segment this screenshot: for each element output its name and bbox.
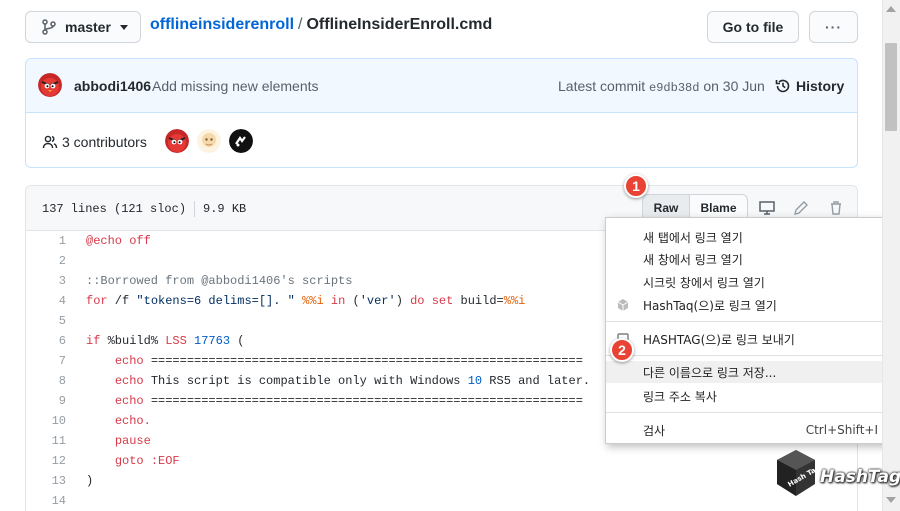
cube-icon <box>617 299 629 311</box>
branch-name: master <box>65 19 111 35</box>
line-number[interactable]: 7 <box>25 351 66 371</box>
menu-item-open-incognito[interactable]: 시크릿 창에서 링크 열기 <box>606 271 896 293</box>
menu-item-label: HASHTAG(으)로 링크 보내기 <box>643 332 795 347</box>
commit-author-link[interactable]: abbodi1406 <box>74 78 151 94</box>
contributor-avatar[interactable] <box>165 129 189 153</box>
code-line: 13) <box>25 471 858 491</box>
commit-box <box>25 58 858 168</box>
line-number[interactable]: 10 <box>25 411 66 431</box>
latest-commit-label: Latest commit <box>558 78 646 94</box>
step-badge-2: 2 <box>610 338 634 362</box>
line-code: ::Borrowed from @abbodi1406's scripts <box>86 274 353 288</box>
breadcrumb: offlineinsiderenroll / OfflineInsiderEnrol… <box>150 16 492 34</box>
file-size: 9.9 KB <box>203 202 247 217</box>
menu-item-shortcut: Ctrl+Shift+I <box>805 423 878 437</box>
line-number[interactable]: 8 <box>25 371 66 391</box>
commit-sha-link[interactable]: e9db38d <box>649 81 699 95</box>
menu-item-label: 검사 <box>643 423 666 438</box>
line-code: echo This script is compatible only with… <box>114 374 591 388</box>
line-number[interactable]: 3 <box>25 271 66 291</box>
history-label: History <box>796 78 845 94</box>
watermark-text: HashTag <box>820 467 900 487</box>
line-number[interactable]: 14 <box>25 491 66 511</box>
code-line: 14 <box>25 491 858 511</box>
menu-item-open-new-window[interactable]: 새 창에서 링크 열기 <box>606 248 896 270</box>
menu-item-save-link-as[interactable]: 다른 이름으로 링크 저장... <box>606 361 896 383</box>
line-code: echo ===================================… <box>114 354 583 368</box>
pencil-icon[interactable] <box>792 199 810 217</box>
go-to-file-button[interactable]: Go to file <box>707 11 799 43</box>
scroll-down-arrow-icon[interactable] <box>886 497 896 503</box>
watermark-cube-logo: Hash Tag <box>777 450 818 496</box>
people-icon <box>42 135 58 149</box>
line-code: ) <box>86 474 94 488</box>
trash-icon[interactable] <box>827 199 845 217</box>
menu-separator <box>606 412 896 413</box>
menu-item-label: 다른 이름으로 링크 저장... <box>643 365 777 380</box>
line-number[interactable]: 6 <box>25 331 66 351</box>
menu-item-inspect[interactable]: 검사 Ctrl+Shift+I <box>606 419 896 441</box>
line-code: echo. <box>114 414 151 428</box>
menu-item-open-in-hashtaq[interactable]: HashTaq(으)로 링크 열기 <box>606 294 896 316</box>
line-number[interactable]: 5 <box>25 311 66 331</box>
breadcrumb-file-name: OfflineInsiderEnroll.cmd <box>306 16 493 33</box>
menu-separator <box>606 355 896 356</box>
contributors-label: 3 contributors <box>62 134 147 150</box>
chevron-down-icon <box>119 24 128 30</box>
breadcrumb-separator: / <box>298 16 303 33</box>
git-branch-icon <box>42 19 56 35</box>
line-number[interactable]: 12 <box>25 451 66 471</box>
line-number[interactable]: 1 <box>25 231 66 251</box>
latest-commit-info: Latest commit e9db38d on 30 Jun <box>558 78 765 95</box>
line-code: goto :EOF <box>114 454 180 468</box>
file-info: 137 lines (121 sloc) 9.9 KB <box>42 201 246 217</box>
menu-item-label: 새 창에서 링크 열기 <box>643 252 743 267</box>
line-number[interactable]: 11 <box>25 431 66 451</box>
contributor-avatar[interactable] <box>197 129 221 153</box>
line-code: for /f "tokens=6 delims=[]. " %%i in ('v… <box>86 294 526 308</box>
menu-item-open-new-tab[interactable]: 새 탭에서 링크 열기 <box>606 226 896 248</box>
contributors-link[interactable]: 3 contributors <box>42 134 147 150</box>
menu-item-label: 링크 주소 복사 <box>643 389 717 404</box>
line-code: @echo off <box>86 234 151 248</box>
breadcrumb-repo-link[interactable]: offlineinsiderenroll <box>150 16 294 33</box>
code-line: 12 goto :EOF <box>25 451 858 471</box>
menu-separator <box>606 321 896 322</box>
commit-author-avatar[interactable] <box>38 73 62 97</box>
menu-item-label: 새 탭에서 링크 열기 <box>643 230 743 245</box>
branch-select-button[interactable]: master <box>25 11 141 43</box>
line-code: pause <box>114 434 151 448</box>
scrollbar-thumb[interactable] <box>885 43 897 131</box>
line-number[interactable]: 2 <box>25 251 66 271</box>
more-options-button[interactable]: ··· <box>809 11 858 43</box>
contributor-avatar[interactable] <box>229 129 253 153</box>
menu-item-send-to-hashtag[interactable]: HASHTAG(으)로 링크 보내기 <box>606 328 896 350</box>
context-menu: 새 탭에서 링크 열기 새 창에서 링크 열기 시크릿 창에서 링크 열기 Ha… <box>605 217 897 444</box>
line-code: if %build% LSS 17763 ( <box>86 334 245 348</box>
commit-date: on 30 Jun <box>703 78 765 94</box>
history-icon <box>775 79 790 93</box>
menu-item-label: 시크릿 창에서 링크 열기 <box>643 275 765 290</box>
file-line-count: 137 lines (121 sloc) <box>42 202 187 217</box>
line-number[interactable]: 4 <box>25 291 66 311</box>
file-info-divider <box>194 201 196 217</box>
menu-item-label: HashTaq(으)로 링크 열기 <box>643 298 777 313</box>
menu-item-copy-link-address[interactable]: 링크 주소 복사 <box>606 385 896 407</box>
history-link[interactable]: History <box>775 78 844 94</box>
desktop-icon[interactable] <box>758 199 776 217</box>
line-number[interactable]: 9 <box>25 391 66 411</box>
line-number[interactable]: 13 <box>25 471 66 491</box>
commit-message-link[interactable]: Add missing new elements <box>152 78 319 94</box>
line-code: echo ===================================… <box>114 394 583 408</box>
step-badge-1: 1 <box>624 174 648 198</box>
scroll-up-arrow-icon[interactable] <box>886 6 896 12</box>
